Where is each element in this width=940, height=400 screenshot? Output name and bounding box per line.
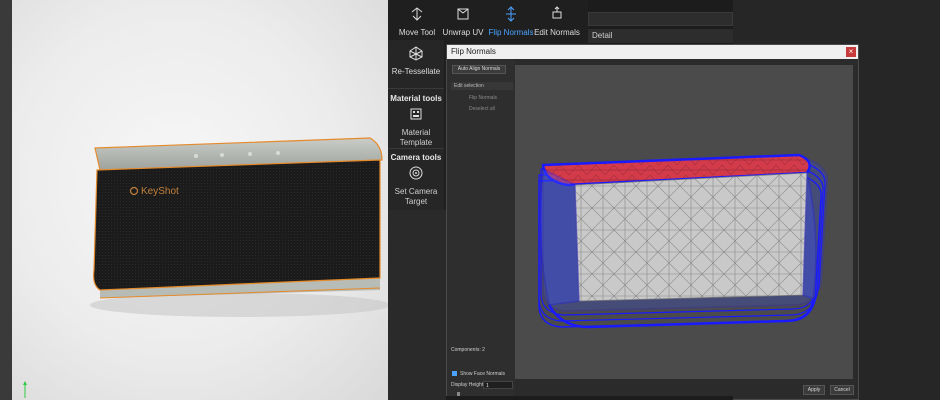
unwrap-uv-icon xyxy=(457,8,469,20)
detail-field[interactable]: Detail xyxy=(588,29,733,43)
edit-normals-icon xyxy=(552,6,562,19)
status-strip xyxy=(446,396,733,400)
camera-tools-heading: Camera tools xyxy=(390,153,442,162)
dialog-title: Flip Normals xyxy=(451,47,496,56)
material-tools-heading: Material tools xyxy=(390,94,442,103)
flip-normals-label: Flip Normals xyxy=(488,28,534,37)
speaker-model[interactable]: KeyShot xyxy=(0,0,388,400)
divider xyxy=(388,148,444,149)
keyshot-logo: KeyShot xyxy=(141,186,179,197)
show-face-normals-checkbox[interactable] xyxy=(452,371,457,376)
edit-selection-group[interactable]: Edit selection xyxy=(451,82,513,90)
dialog-titlebar[interactable]: Flip Normals × xyxy=(447,45,858,59)
divider xyxy=(388,88,444,89)
app-window: KeyShot Move Tool Unwrap UV Flip Normals… xyxy=(0,0,940,400)
tool-side-column: Re-Tessellate Material tools Material Te… xyxy=(388,40,444,210)
edit-normals-label: Edit Normals xyxy=(534,28,580,37)
flip-normals-icon xyxy=(506,6,516,22)
viewport-3d[interactable]: KeyShot xyxy=(0,0,388,400)
properties-field[interactable] xyxy=(588,12,733,26)
re-tessellate-label: Re-Tessellate xyxy=(391,67,441,76)
tessellate-icon xyxy=(409,46,423,61)
display-height-input[interactable]: 1 xyxy=(483,381,513,389)
material-template-button[interactable]: Material Template xyxy=(388,106,444,148)
camera-target-icon xyxy=(409,166,423,180)
set-camera-target-button[interactable]: Set Camera Target xyxy=(388,165,444,207)
auto-align-normals-button[interactable]: Auto Align Normals xyxy=(452,65,506,74)
move-tool-label: Move Tool xyxy=(398,28,436,37)
edit-normals-button[interactable]: Edit Normals xyxy=(528,6,586,37)
mesh-preview xyxy=(538,153,829,329)
unwrap-uv-label: Unwrap UV xyxy=(442,28,484,37)
move-icon xyxy=(411,7,423,21)
material-template-icon xyxy=(410,108,422,120)
normals-preview-viewport[interactable] xyxy=(515,65,853,379)
display-height-label: Display Height xyxy=(451,382,484,388)
re-tessellate-button[interactable]: Re-Tessellate xyxy=(388,45,444,76)
show-face-normals-label: Show Face Normals xyxy=(460,371,506,377)
set-camera-target-label: Set Camera Target xyxy=(394,187,438,206)
deselect-all-menu-item[interactable]: Deselect all xyxy=(469,106,495,112)
components-count: Components: 2 xyxy=(451,347,485,353)
flip-normals-menu-item[interactable]: Flip Normals xyxy=(469,95,497,101)
material-template-label: Material Template xyxy=(399,128,433,147)
close-icon[interactable]: × xyxy=(846,47,856,57)
flip-normals-dialog: Flip Normals × Auto Align Normals Edit s… xyxy=(446,44,859,400)
apply-button[interactable]: Apply xyxy=(803,385,825,395)
cancel-button[interactable]: Cancel xyxy=(830,385,854,395)
dialog-options-panel: Auto Align Normals Edit selection Flip N… xyxy=(447,59,515,399)
axis-gizmo-icon xyxy=(23,381,27,398)
